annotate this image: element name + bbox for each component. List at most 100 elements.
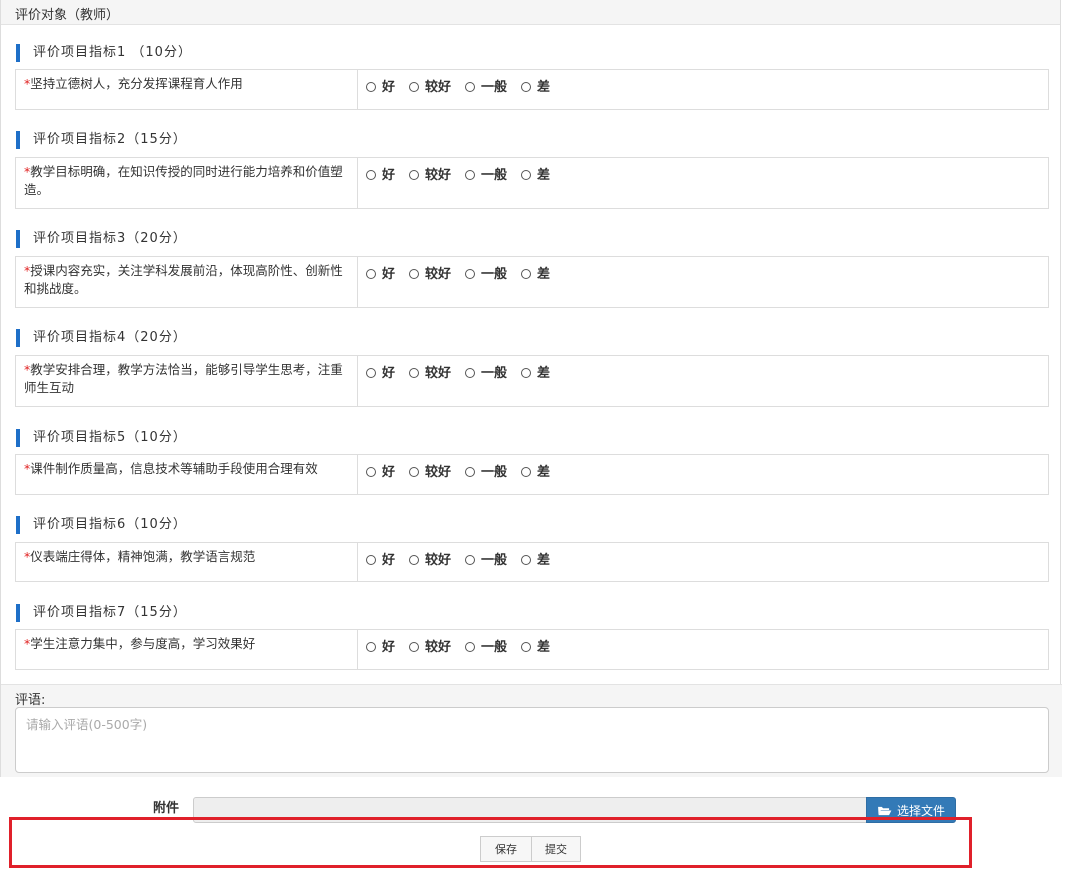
radio-button[interactable] [521, 169, 532, 180]
radio-button[interactable] [465, 554, 476, 565]
rating-options: 好 较好 一般 差 [358, 356, 564, 406]
panel-title: 评价对象（教师） [1, 0, 1060, 25]
criterion-row: *课件制作质量高，信息技术等辅助手段使用合理有效 好 较好 一般 差 [15, 454, 1049, 495]
radio-button[interactable] [521, 367, 532, 378]
rating-option-average[interactable]: 一般 [465, 549, 507, 568]
comment-label: 评语: [15, 693, 46, 708]
criterion-row: *仪表端庄得体，精神饱满，教学语言规范 好 较好 一般 差 [15, 542, 1049, 582]
rating-option-average[interactable]: 一般 [465, 362, 507, 381]
radio-button[interactable] [366, 554, 376, 565]
criterion-text: 坚持立德树人，充分发挥课程育人作用 [30, 76, 243, 91]
radio-button[interactable] [366, 466, 376, 477]
rating-option-good[interactable]: 好 [366, 263, 395, 282]
radio-button[interactable] [409, 268, 420, 279]
criterion-row: *教学安排合理，教学方法恰当，能够引导学生思考，注重师生互动 好 较好 一般 差 [15, 355, 1049, 407]
criterion-row: *教学目标明确，在知识传授的同时进行能力培养和价值塑造。 好 较好 一般 差 [15, 157, 1049, 209]
rating-option-poor[interactable]: 差 [521, 263, 550, 282]
option-label: 较好 [425, 553, 452, 568]
rating-option-average[interactable]: 一般 [465, 461, 507, 480]
section-title: 评价项目指标2（15分） [16, 131, 187, 149]
rating-option-poor[interactable]: 差 [521, 362, 550, 381]
radio-button[interactable] [366, 367, 376, 378]
option-label: 较好 [425, 366, 452, 381]
rating-option-average[interactable]: 一般 [465, 636, 507, 655]
rating-option-good[interactable]: 好 [366, 461, 395, 480]
radio-button[interactable] [521, 641, 532, 652]
criterion-text: 仪表端庄得体，精神饱满，教学语言规范 [30, 549, 256, 564]
radio-button[interactable] [521, 554, 532, 565]
rating-option-fairly-good[interactable]: 较好 [409, 76, 451, 95]
option-label: 一般 [481, 168, 508, 183]
option-label: 较好 [425, 267, 452, 282]
option-label: 较好 [425, 80, 452, 95]
radio-button[interactable] [409, 466, 420, 477]
radio-button[interactable] [366, 641, 376, 652]
radio-button[interactable] [465, 169, 476, 180]
criterion-text: 学生注意力集中，参与度高，学习效果好 [30, 636, 256, 651]
radio-button[interactable] [409, 641, 420, 652]
rating-option-poor[interactable]: 差 [521, 461, 550, 480]
radio-button[interactable] [521, 466, 532, 477]
rating-option-poor[interactable]: 差 [521, 164, 550, 183]
criterion-row: *学生注意力集中，参与度高，学习效果好 好 较好 一般 差 [15, 629, 1049, 670]
rating-option-good[interactable]: 好 [366, 549, 395, 568]
radio-button[interactable] [465, 268, 476, 279]
option-label: 差 [537, 366, 551, 381]
criterion-text: 授课内容充实，关注学科发展前沿，体现高阶性、创新性和挑战度。 [24, 263, 343, 296]
radio-button[interactable] [465, 367, 476, 378]
option-label: 差 [537, 168, 551, 183]
comment-section: 评语: [1, 684, 1062, 777]
radio-button[interactable] [465, 466, 476, 477]
section-title: 评价项目指标1 （10分） [16, 44, 192, 62]
option-label: 较好 [425, 640, 452, 655]
option-label: 差 [537, 465, 551, 480]
section-title: 评价项目指标7（15分） [16, 604, 187, 622]
option-label: 较好 [425, 465, 452, 480]
criterion-description: *教学安排合理，教学方法恰当，能够引导学生思考，注重师生互动 [16, 356, 358, 406]
comment-textarea[interactable] [15, 707, 1049, 773]
rating-option-average[interactable]: 一般 [465, 76, 507, 95]
rating-option-fairly-good[interactable]: 较好 [409, 164, 451, 183]
attachment-label: 附件 [153, 801, 180, 816]
radio-button[interactable] [521, 81, 532, 92]
rating-options: 好 较好 一般 差 [358, 630, 564, 669]
criterion-text: 课件制作质量高，信息技术等辅助手段使用合理有效 [30, 461, 318, 476]
rating-option-good[interactable]: 好 [366, 164, 395, 183]
radio-button[interactable] [521, 268, 532, 279]
rating-option-good[interactable]: 好 [366, 362, 395, 381]
radio-button[interactable] [465, 81, 476, 92]
rating-option-poor[interactable]: 差 [521, 636, 550, 655]
submit-button[interactable]: 提交 [531, 836, 581, 862]
save-button[interactable]: 保存 [480, 836, 532, 862]
rating-option-fairly-good[interactable]: 较好 [409, 362, 451, 381]
rating-option-poor[interactable]: 差 [521, 76, 550, 95]
rating-option-fairly-good[interactable]: 较好 [409, 263, 451, 282]
option-label: 差 [537, 80, 551, 95]
radio-button[interactable] [409, 367, 420, 378]
section-title: 评价项目指标4（20分） [16, 329, 187, 347]
rating-option-average[interactable]: 一般 [465, 164, 507, 183]
rating-option-good[interactable]: 好 [366, 76, 395, 95]
radio-button[interactable] [465, 641, 476, 652]
option-label: 好 [382, 640, 396, 655]
criterion-description: *课件制作质量高，信息技术等辅助手段使用合理有效 [16, 455, 358, 494]
radio-button[interactable] [366, 169, 376, 180]
radio-button[interactable] [409, 169, 420, 180]
option-label: 好 [382, 267, 396, 282]
rating-option-good[interactable]: 好 [366, 636, 395, 655]
option-label: 好 [382, 168, 396, 183]
choose-file-label: 选择文件 [896, 803, 945, 818]
rating-option-poor[interactable]: 差 [521, 549, 550, 568]
evaluation-panel: 评价对象（教师） 评价项目指标1 （10分） *坚持立德树人，充分发挥课程育人作… [0, 0, 1062, 777]
criterion-description: *教学目标明确，在知识传授的同时进行能力培养和价值塑造。 [16, 158, 358, 208]
rating-option-fairly-good[interactable]: 较好 [409, 549, 451, 568]
option-label: 一般 [481, 267, 508, 282]
radio-button[interactable] [409, 554, 420, 565]
radio-button[interactable] [366, 81, 376, 92]
rating-option-average[interactable]: 一般 [465, 263, 507, 282]
rating-option-fairly-good[interactable]: 较好 [409, 461, 451, 480]
radio-button[interactable] [409, 81, 420, 92]
radio-button[interactable] [366, 268, 376, 279]
rating-option-fairly-good[interactable]: 较好 [409, 636, 451, 655]
option-label: 较好 [425, 168, 452, 183]
